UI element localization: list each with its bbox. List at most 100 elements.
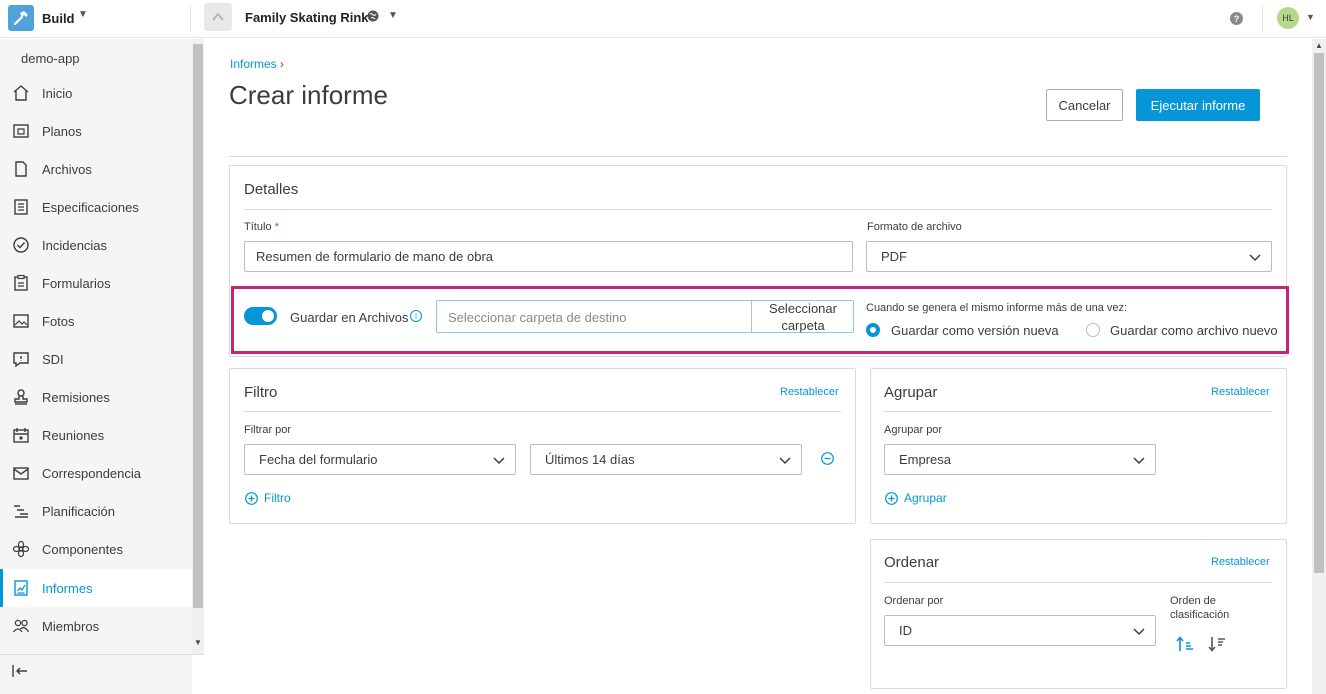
chevron-down-icon [493, 454, 505, 469]
scroll-up-arrow-icon[interactable]: ▲ [1315, 41, 1323, 50]
project-thumbnail-icon[interactable] [204, 3, 232, 31]
sort-reset-link[interactable]: Restablecer [1211, 556, 1270, 568]
project-name[interactable]: Family Skating Rink [245, 10, 369, 25]
meetings-icon [11, 425, 31, 445]
filter-title: Filtro [244, 384, 278, 401]
sidebar-item-sdi[interactable]: SDI [0, 340, 192, 378]
radio-new-file[interactable] [1086, 323, 1100, 337]
sidebar-item-archivos[interactable]: Archivos [0, 150, 192, 188]
divider [884, 411, 1272, 412]
sidebar-item-correspondencia[interactable]: Correspondencia [0, 454, 192, 492]
sidebar-item-label: Inicio [42, 85, 73, 101]
sidebar-item-inicio[interactable]: Inicio [0, 74, 192, 112]
filter-field-value: Fecha del formulario [259, 452, 378, 467]
sidebar-item-label: Correspondencia [42, 465, 142, 481]
sidebar-item-formularios[interactable]: Formularios [0, 264, 192, 302]
title-input[interactable]: Resumen de formulario de mano de obra [244, 241, 853, 272]
sidebar-item-label: SDI [42, 351, 64, 367]
chevron-down-icon [1133, 625, 1145, 640]
divider [1262, 6, 1263, 32]
file-format-value: PDF [881, 249, 907, 264]
files-icon [11, 159, 31, 179]
sort-descending-icon[interactable] [1208, 635, 1226, 656]
destination-folder-input[interactable]: Seleccionar carpeta de destino Seleccion… [436, 300, 854, 333]
sheets-icon [11, 121, 31, 141]
sort-by-select[interactable]: ID [884, 615, 1156, 646]
select-folder-button[interactable]: Seleccionar carpeta [751, 301, 854, 333]
add-filter-label: Filtro [264, 491, 291, 505]
sidebar-item-remisiones[interactable]: Remisiones [0, 378, 192, 416]
product-switcher-label[interactable]: Build [42, 11, 75, 26]
avatar[interactable]: HL [1277, 7, 1299, 29]
details-title: Detalles [244, 181, 299, 198]
run-report-button[interactable]: Ejecutar informe [1136, 89, 1260, 121]
save-to-files-toggle[interactable] [244, 307, 277, 325]
sidebar-item-informes[interactable]: Informes [0, 569, 192, 607]
group-reset-link[interactable]: Restablecer [1211, 386, 1270, 398]
photos-icon [11, 311, 31, 331]
sidebar-item-especificaciones[interactable]: Especificaciones [0, 188, 192, 226]
filter-field-select[interactable]: Fecha del formulario [244, 444, 516, 475]
breadcrumb[interactable]: Informes [230, 57, 277, 71]
scroll-down-arrow-icon[interactable]: ▼ [194, 638, 202, 647]
hammer-logo-icon[interactable] [8, 5, 34, 31]
members-icon [11, 616, 31, 636]
mail-icon [11, 463, 31, 483]
sidebar-item-fotos[interactable]: Fotos [0, 302, 192, 340]
sort-order-label: Orden de clasificación [1170, 595, 1230, 621]
sort-ascending-icon[interactable] [1176, 635, 1194, 656]
sidebar-scrollbar-thumb[interactable] [193, 44, 203, 608]
top-bar: Build ▼ Family Skating Rink ▼ ? HL ▼ [0, 0, 1326, 38]
sidebar-item-label: Remisiones [42, 389, 110, 405]
app-name: demo-app [21, 51, 80, 66]
schedule-icon [11, 501, 31, 521]
remove-filter-icon[interactable] [821, 452, 834, 468]
group-title: Agrupar [884, 384, 938, 401]
submittals-icon [11, 387, 31, 407]
filter-range-select[interactable]: Últimos 14 días [530, 444, 802, 475]
main-scrollbar-thumb[interactable] [1314, 53, 1324, 573]
sidebar-item-incidencias[interactable]: Incidencias [0, 226, 192, 264]
radio-new-version-label[interactable]: Guardar como versión nueva [891, 323, 1059, 338]
sidebar-item-label: Planificación [42, 503, 115, 519]
globe-icon [367, 10, 379, 25]
info-icon[interactable]: i [410, 310, 422, 322]
sidebar-item-miembros[interactable]: Miembros [0, 607, 192, 645]
sort-by-value: ID [899, 623, 912, 638]
sidebar-item-reuniones[interactable]: Reuniones [0, 416, 192, 454]
chevron-down-icon [1133, 454, 1145, 469]
collapse-sidebar-icon[interactable] [11, 662, 29, 683]
file-format-select[interactable]: PDF [866, 241, 1272, 272]
sidebar-item-label: Informes [42, 580, 93, 596]
chevron-down-icon [779, 454, 791, 469]
filter-reset-link[interactable]: Restablecer [780, 386, 839, 398]
sidebar-item-label: Planos [42, 123, 82, 139]
filter-range-value: Últimos 14 días [545, 452, 635, 467]
project-caret-icon[interactable]: ▼ [388, 10, 398, 21]
sidebar-item-planificacion[interactable]: Planificación [0, 492, 192, 530]
sidebar-item-planos[interactable]: Planos [0, 112, 192, 150]
divider [229, 156, 1287, 157]
radio-new-file-label[interactable]: Guardar como archivo nuevo [1110, 323, 1278, 338]
sort-title: Ordenar [884, 554, 940, 571]
divider [190, 6, 191, 32]
add-group-button[interactable]: Agrupar [885, 491, 947, 505]
avatar-caret-icon[interactable]: ▼ [1306, 12, 1315, 22]
help-icon[interactable]: ? [1230, 12, 1243, 25]
filter-by-label: Filtrar por [244, 424, 292, 436]
cancel-button[interactable]: Cancelar [1046, 89, 1123, 121]
sidebar-item-componentes[interactable]: Componentes [0, 530, 192, 568]
add-group-label: Agrupar [904, 491, 947, 505]
add-filter-button[interactable]: Filtro [245, 491, 291, 505]
divider [0, 654, 204, 655]
home-icon [11, 83, 31, 103]
radio-new-version[interactable] [866, 323, 880, 337]
sidebar-item-label: Formularios [42, 275, 111, 291]
add-circle-icon [245, 491, 258, 505]
sort-by-label: Ordenar por [884, 595, 944, 607]
divider [884, 582, 1272, 583]
group-by-select[interactable]: Empresa [884, 444, 1156, 475]
required-marker: * [274, 221, 279, 233]
product-caret-icon[interactable]: ▼ [78, 9, 88, 20]
title-label: Título * [244, 221, 279, 233]
